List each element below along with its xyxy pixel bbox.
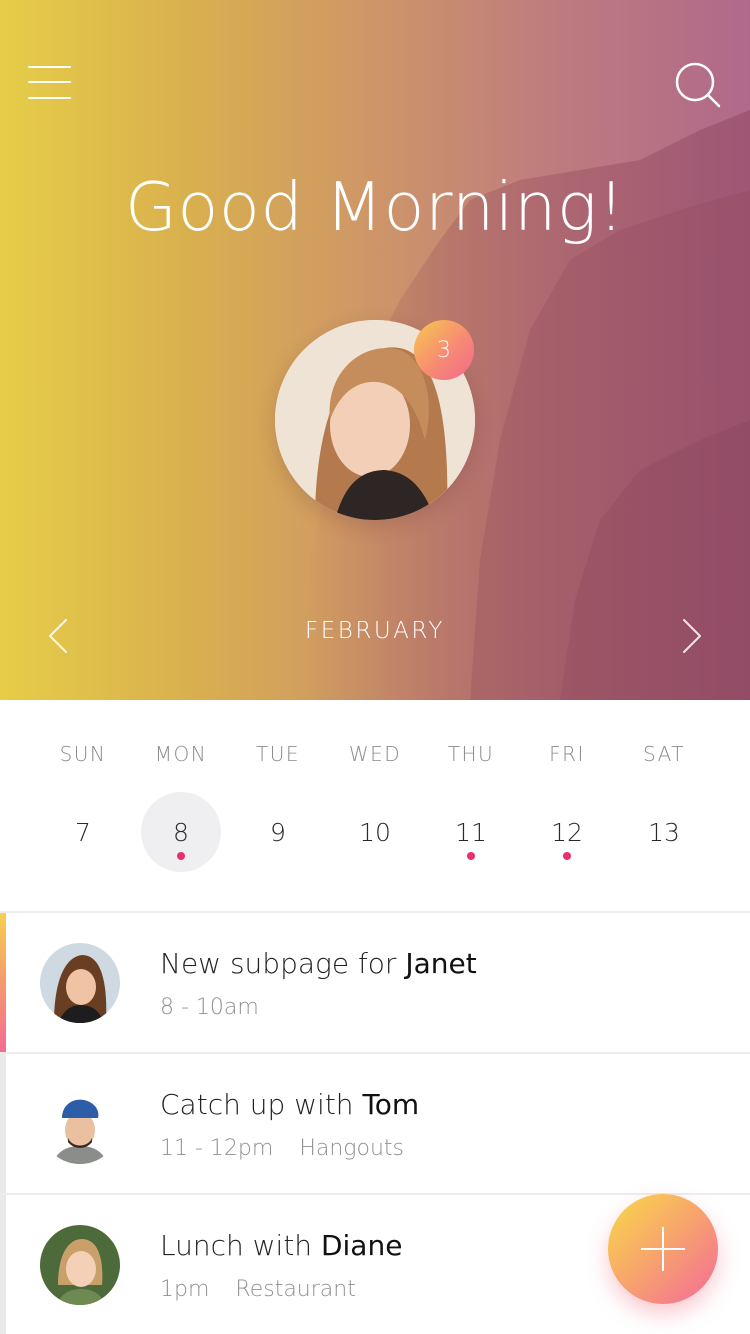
day-number: 7 <box>75 818 91 847</box>
day-name: SAT <box>643 742 685 766</box>
day-fri[interactable]: FRI 12 <box>519 700 615 912</box>
day-number: 12 <box>551 818 583 847</box>
day-name: WED <box>348 742 402 766</box>
event-indicator <box>0 1195 6 1334</box>
event-title: Catch up with Tom <box>160 1088 420 1121</box>
event-time-location: 11 - 12pm Hangouts <box>160 1136 404 1161</box>
hamburger-menu-icon[interactable] <box>28 64 72 102</box>
day-name: THU <box>447 742 495 766</box>
avatar-janet <box>40 943 120 1023</box>
day-name: FRI <box>549 742 585 766</box>
event-active-indicator <box>0 913 6 1053</box>
greeting-title: Good Morning! <box>124 168 625 246</box>
day-tue[interactable]: TUE 9 <box>230 700 326 912</box>
search-icon[interactable] <box>674 62 722 108</box>
event-dot-indicator <box>177 852 185 860</box>
event-item-janet[interactable]: New subpage for Janet 8 - 10am <box>0 913 750 1053</box>
day-number: 10 <box>359 818 391 847</box>
hero-header: Good Morning! 3 FEBRUARY <box>0 0 750 700</box>
day-mon[interactable]: MON 8 <box>133 700 229 912</box>
plus-icon <box>662 1227 664 1271</box>
avatar-diane <box>40 1225 120 1305</box>
event-location: Hangouts <box>299 1136 404 1161</box>
day-number: 9 <box>270 818 286 847</box>
week-strip: SUN 7 MON 8 TUE 9 WED 10 THU 11 FRI 12 S… <box>0 700 750 912</box>
day-number: 13 <box>648 818 680 847</box>
month-label: FEBRUARY <box>305 618 445 644</box>
event-person-name: Janet <box>405 947 477 980</box>
day-thu[interactable]: THU 11 <box>423 700 519 912</box>
event-dot-indicator <box>467 852 475 860</box>
day-sat[interactable]: SAT 13 <box>616 700 712 912</box>
day-number: 8 <box>173 818 189 847</box>
day-name: SUN <box>59 742 107 766</box>
month-navigator: FEBRUARY <box>0 610 750 658</box>
event-time-location: 1pm Restaurant <box>160 1277 356 1302</box>
event-title: New subpage for Janet <box>160 947 477 980</box>
event-title: Lunch with Diane <box>160 1229 403 1262</box>
avatar-tom <box>40 1084 120 1164</box>
day-name: MON <box>154 742 208 766</box>
event-item-tom[interactable]: Catch up with Tom 11 - 12pm Hangouts <box>0 1054 750 1194</box>
day-wed[interactable]: WED 10 <box>327 700 423 912</box>
event-time: 8 - 10am <box>160 995 259 1020</box>
notification-badge: 3 <box>414 320 474 380</box>
event-person-name: Tom <box>362 1088 420 1121</box>
event-location: Restaurant <box>235 1277 356 1302</box>
event-person-name: Diane <box>320 1229 403 1262</box>
chevron-right-icon[interactable] <box>680 616 704 656</box>
day-sun[interactable]: SUN 7 <box>35 700 131 912</box>
event-dot-indicator <box>563 852 571 860</box>
day-name: TUE <box>256 742 300 766</box>
event-indicator <box>0 1054 6 1194</box>
add-event-button[interactable] <box>608 1194 718 1304</box>
day-number: 11 <box>455 818 487 847</box>
